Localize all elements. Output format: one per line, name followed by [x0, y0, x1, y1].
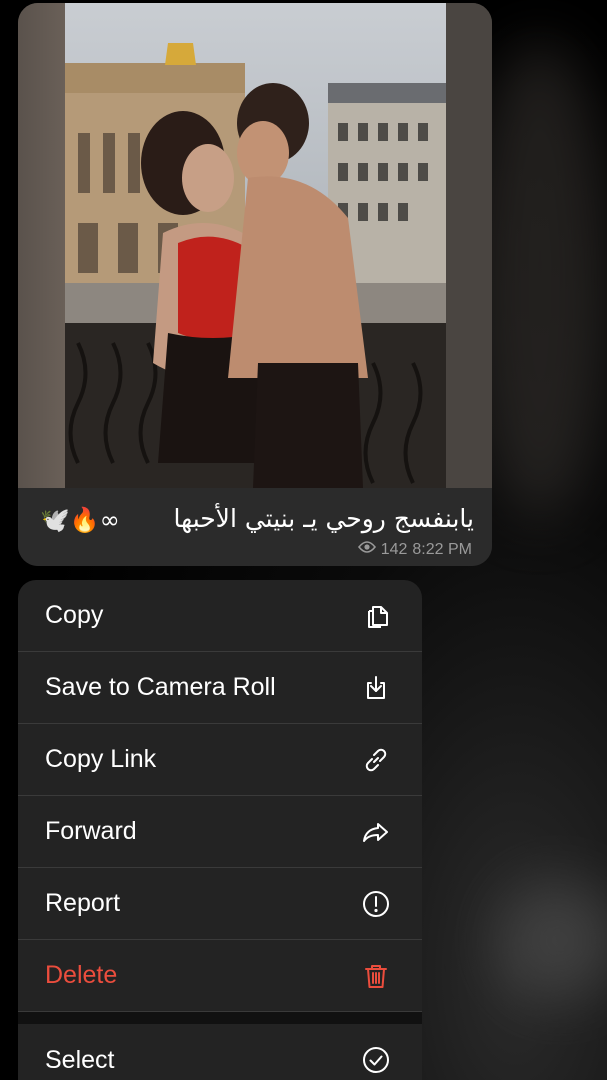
message-photo[interactable] [18, 3, 492, 488]
menu-item-label: Save to Camera Roll [45, 673, 276, 701]
forward-arrow-icon [360, 816, 392, 848]
trash-icon [360, 960, 392, 992]
menu-item-forward[interactable]: Forward [18, 796, 422, 868]
message-bubble[interactable]: 🕊️🔥∞ يابنفسج روحي يـ بنيتي الأحبها 142 8… [18, 3, 492, 566]
menu-item-label: Select [45, 1045, 115, 1074]
link-icon [360, 744, 392, 776]
menu-item-label: Copy [45, 601, 104, 629]
message-meta: 142 8:22 PM [357, 540, 472, 559]
screen: 🕊️🔥∞ يابنفسج روحي يـ بنيتي الأحبها 142 8… [0, 0, 607, 1080]
menu-item-label: Delete [45, 961, 118, 989]
photo-illustration [18, 3, 492, 488]
eye-icon [357, 540, 376, 559]
menu-item-label: Forward [45, 817, 137, 845]
caption-text: يابنفسج روحي يـ بنيتي الأحبها [173, 504, 474, 533]
message-caption: 🕊️🔥∞ يابنفسج روحي يـ بنيتي الأحبها 142 8… [18, 488, 492, 566]
exclamation-circle-icon [360, 888, 392, 920]
menu-item-copy-link[interactable]: Copy Link [18, 724, 422, 796]
menu-item-label: Copy Link [45, 745, 157, 773]
menu-separator [18, 1012, 422, 1024]
message-time: 8:22 PM [412, 540, 472, 558]
background-blur [500, 880, 607, 1000]
caption-emoji: 🕊️🔥∞ [40, 506, 120, 534]
menu-item-select[interactable]: Select [18, 1024, 422, 1080]
view-count: 142 [380, 540, 408, 558]
save-download-icon [360, 672, 392, 704]
menu-item-delete[interactable]: Delete [18, 940, 422, 1012]
context-menu: Copy Save to Camera Roll Copy Link Forwa… [18, 580, 422, 1080]
menu-item-copy[interactable]: Copy [18, 580, 422, 652]
menu-item-report[interactable]: Report [18, 868, 422, 940]
menu-item-save-to-camera-roll[interactable]: Save to Camera Roll [18, 652, 422, 724]
copy-icon [360, 600, 392, 632]
checkmark-circle-icon [360, 1044, 392, 1076]
menu-item-label: Report [45, 889, 121, 917]
